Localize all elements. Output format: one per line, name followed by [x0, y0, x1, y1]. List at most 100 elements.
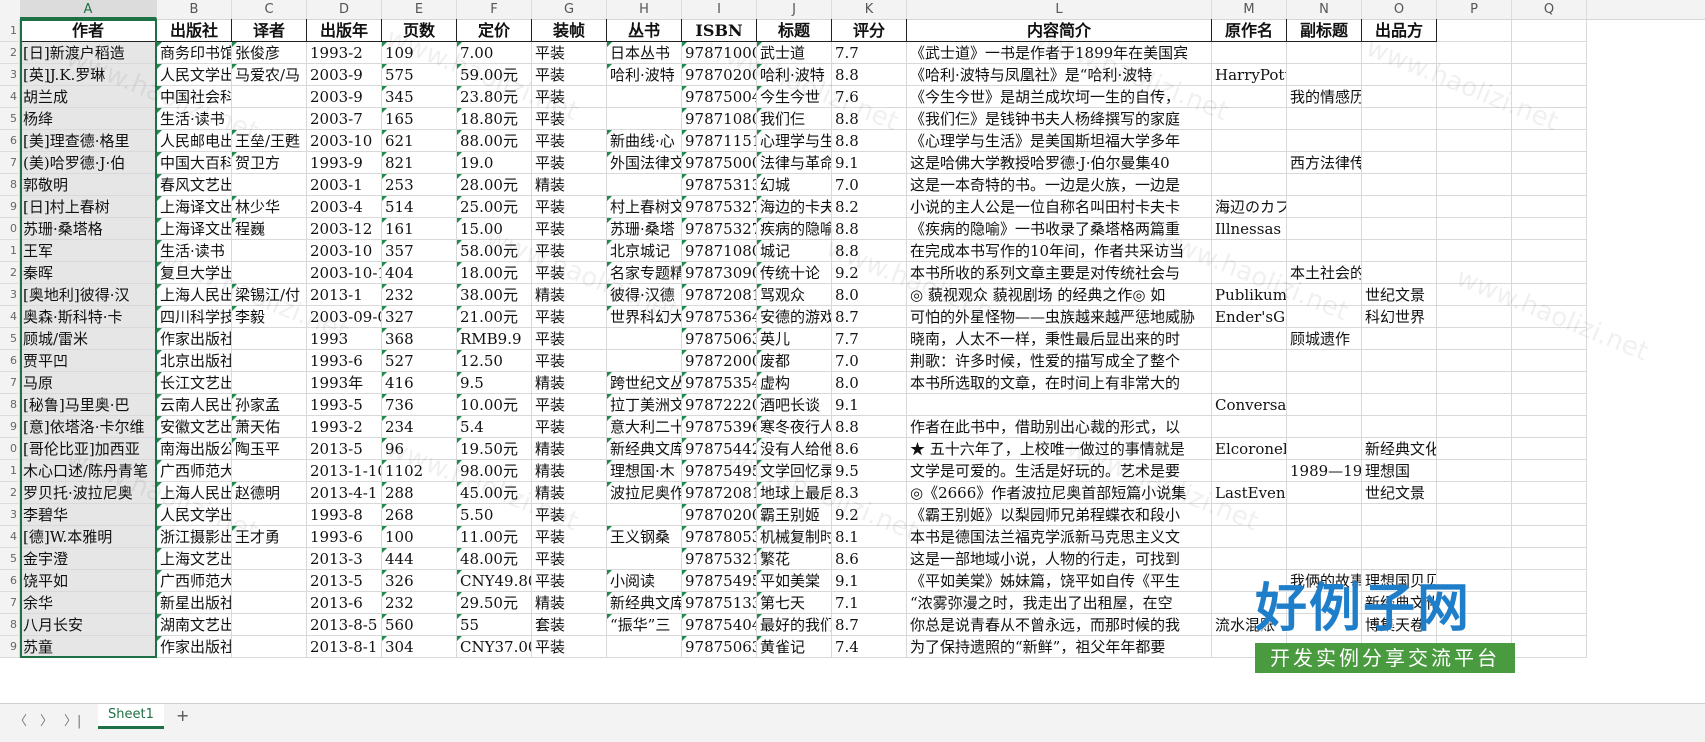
table-cell[interactable]: 10.00元	[457, 394, 532, 416]
table-cell[interactable]: CNY37.00	[457, 636, 532, 658]
table-cell[interactable]: 8.7	[832, 306, 907, 328]
table-cell[interactable]	[1437, 460, 1512, 482]
table-cell[interactable]	[232, 570, 307, 592]
table-cell[interactable]: [日]村上春树	[20, 196, 157, 218]
table-cell[interactable]: 7.6	[832, 86, 907, 108]
table-cell[interactable]	[1287, 548, 1362, 570]
table-cell[interactable]: 15.00	[457, 218, 532, 240]
table-cell[interactable]: 广西师范大	[157, 460, 232, 482]
table-cell[interactable]	[1512, 636, 1587, 658]
table-cell[interactable]	[1212, 526, 1287, 548]
table-cell[interactable]: 268	[382, 504, 457, 526]
table-cell[interactable]	[1362, 504, 1437, 526]
table-cell[interactable]	[1287, 438, 1362, 460]
table-cell[interactable]: 李毅	[232, 306, 307, 328]
table-cell[interactable]: 45.00元	[457, 482, 532, 504]
table-cell[interactable]: 地球上最后	[757, 482, 832, 504]
table-cell[interactable]	[1287, 174, 1362, 196]
table-cell[interactable]	[1362, 548, 1437, 570]
table-cell[interactable]: 7.7	[832, 42, 907, 64]
table-cell[interactable]	[607, 328, 682, 350]
table-cell[interactable]: 理想国贝贝特	[1362, 570, 1437, 592]
table-cell[interactable]: ◎ 藐视观众 藐视剧场 的经典之作◎ 如	[907, 284, 1212, 306]
table-cell[interactable]	[1437, 64, 1512, 86]
header-cell-j[interactable]: 标题	[757, 19, 832, 42]
table-cell[interactable]: 博集天卷	[1362, 614, 1437, 636]
tab-nav-last-icon[interactable]: 〉|	[64, 710, 81, 729]
table-cell[interactable]: 我的情感历	[1287, 86, 1362, 108]
table-cell[interactable]	[1437, 262, 1512, 284]
table-cell[interactable]: 为了保持遗照的“新鲜”，祖父年年都要	[907, 636, 1212, 658]
row-header[interactable]: 9	[0, 196, 20, 218]
table-cell[interactable]	[1212, 592, 1287, 614]
table-cell[interactable]: 18.80元	[457, 108, 532, 130]
table-cell[interactable]	[1437, 416, 1512, 438]
table-cell[interactable]	[1362, 240, 1437, 262]
table-cell[interactable]: 平装	[532, 328, 607, 350]
table-cell[interactable]: 2013-6	[307, 592, 382, 614]
table-cell[interactable]: 作家出版社	[157, 328, 232, 350]
table-cell[interactable]	[1287, 284, 1362, 306]
row-header[interactable]: 8	[0, 174, 20, 196]
table-cell[interactable]: 平装	[532, 570, 607, 592]
table-cell[interactable]	[232, 174, 307, 196]
table-cell[interactable]	[1362, 416, 1437, 438]
table-cell[interactable]	[1437, 526, 1512, 548]
table-cell[interactable]: 哈利·波特	[607, 64, 682, 86]
table-cell[interactable]: 奥森·斯科特·卡	[20, 306, 157, 328]
table-cell[interactable]	[232, 372, 307, 394]
table-cell[interactable]: 生活·读书	[157, 108, 232, 130]
row-header[interactable]: 3	[0, 284, 20, 306]
row-header[interactable]: 4	[0, 86, 20, 108]
table-cell[interactable]	[1362, 394, 1437, 416]
header-cell-q[interactable]	[1512, 19, 1587, 42]
table-cell[interactable]	[1212, 504, 1287, 526]
table-cell[interactable]	[1512, 152, 1587, 174]
table-cell[interactable]: 18.00元	[457, 262, 532, 284]
header-cell-k[interactable]: 评分	[832, 19, 907, 42]
table-cell[interactable]: [英]J.K.罗琳	[20, 64, 157, 86]
column-header-e[interactable]: E	[382, 0, 457, 19]
table-cell[interactable]: 8.1	[832, 526, 907, 548]
table-cell[interactable]: 978702001	[682, 504, 757, 526]
table-cell[interactable]	[1362, 262, 1437, 284]
table-cell[interactable]	[1512, 570, 1587, 592]
table-cell[interactable]	[1437, 240, 1512, 262]
table-cell[interactable]: 商务印书馆	[157, 42, 232, 64]
table-cell[interactable]: 机械复制时	[757, 526, 832, 548]
table-cell[interactable]: 精装	[532, 438, 607, 460]
table-cell[interactable]: 7.4	[832, 636, 907, 658]
table-cell[interactable]: RMB9.9	[457, 328, 532, 350]
table-cell[interactable]: [日]新渡户稻造	[20, 42, 157, 64]
table-cell[interactable]	[232, 328, 307, 350]
table-cell[interactable]: 165	[382, 108, 457, 130]
table-cell[interactable]: 西方法律传	[1287, 152, 1362, 174]
table-cell[interactable]: 978754953	[682, 570, 757, 592]
table-cell[interactable]	[1212, 416, 1287, 438]
table-cell[interactable]	[1512, 284, 1587, 306]
table-cell[interactable]: 郭敬明	[20, 174, 157, 196]
table-cell[interactable]: 8.6	[832, 548, 907, 570]
table-cell[interactable]	[232, 350, 307, 372]
table-cell[interactable]	[1287, 636, 1362, 658]
table-cell[interactable]	[1212, 152, 1287, 174]
table-cell[interactable]: 234	[382, 416, 457, 438]
table-cell[interactable]: 345	[382, 86, 457, 108]
row-header[interactable]: 5	[0, 108, 20, 130]
table-cell[interactable]: 可怕的外星怪物——虫族越来越严惩地威胁	[907, 306, 1212, 328]
table-cell[interactable]: 新经典文库	[607, 438, 682, 460]
table-cell[interactable]: 109	[382, 42, 457, 64]
table-cell[interactable]	[1437, 86, 1512, 108]
table-cell[interactable]	[1512, 306, 1587, 328]
table-cell[interactable]	[1437, 482, 1512, 504]
table-cell[interactable]: 中国社会科	[157, 86, 232, 108]
table-cell[interactable]: 1993-5	[307, 394, 382, 416]
table-cell[interactable]: 《武士道》一书是作者于1899年在美国宾	[907, 42, 1212, 64]
table-cell[interactable]	[1287, 372, 1362, 394]
row-header[interactable]: 3	[0, 504, 20, 526]
table-cell[interactable]	[1287, 196, 1362, 218]
table-cell[interactable]: 8.8	[832, 64, 907, 86]
table-cell[interactable]: 城记	[757, 240, 832, 262]
table-cell[interactable]	[1212, 262, 1287, 284]
table-cell[interactable]	[1512, 438, 1587, 460]
